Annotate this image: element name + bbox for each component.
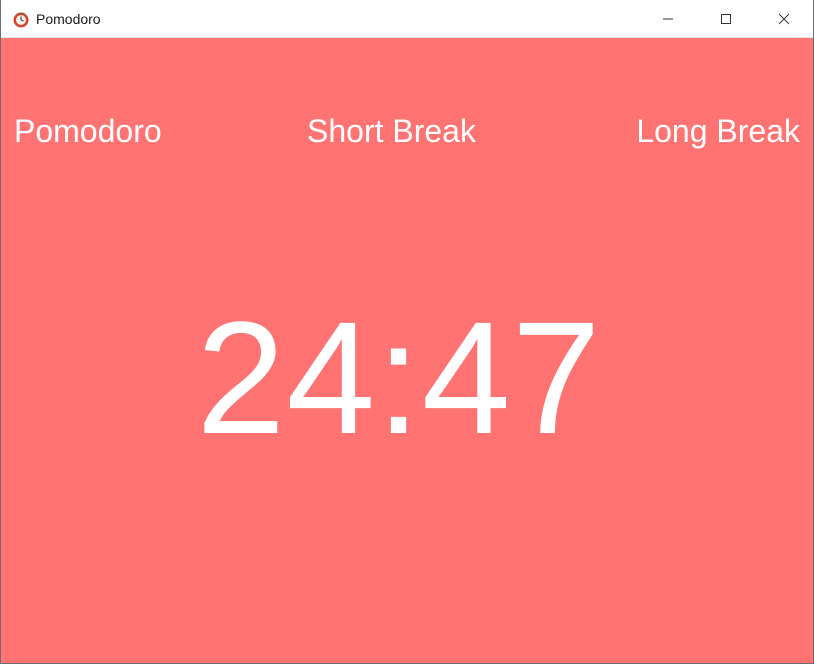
- close-icon: [778, 13, 790, 25]
- tab-pomodoro[interactable]: Pomodoro: [14, 111, 162, 151]
- main-content: Pomodoro Short Break Long Break 24:47: [1, 38, 813, 663]
- window-controls: [639, 0, 813, 38]
- tab-short-break[interactable]: Short Break: [307, 111, 476, 151]
- minimize-button[interactable]: [639, 0, 697, 38]
- close-button[interactable]: [755, 0, 813, 38]
- app-window: Pomodoro Pomodoro Short Break Long Break…: [0, 0, 814, 664]
- window-title: Pomodoro: [36, 10, 101, 27]
- minimize-icon: [662, 13, 674, 25]
- tomato-timer-icon: [12, 10, 30, 28]
- maximize-button[interactable]: [697, 0, 755, 38]
- timer-display: 24:47: [196, 288, 602, 467]
- tab-long-break[interactable]: Long Break: [636, 111, 800, 151]
- title-bar[interactable]: Pomodoro: [1, 0, 813, 38]
- maximize-icon: [720, 13, 732, 25]
